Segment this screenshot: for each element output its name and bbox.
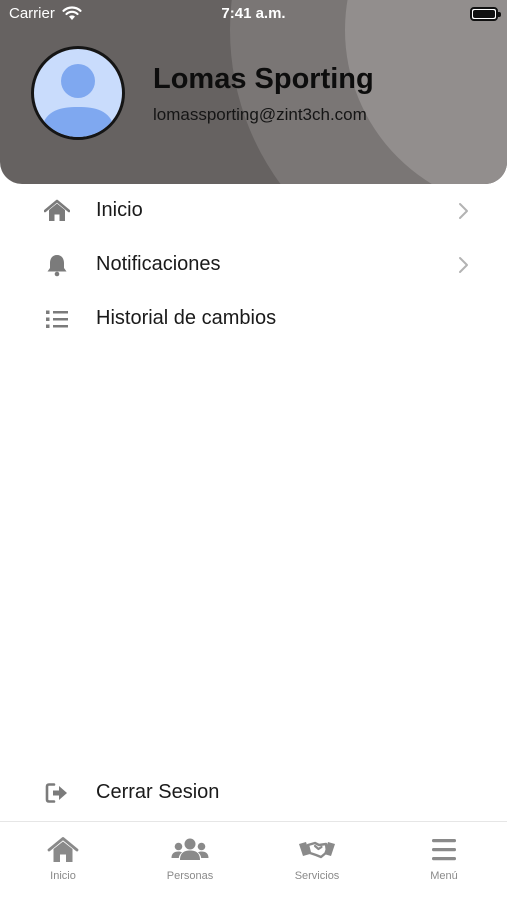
menu-item-label: Inicio: [96, 199, 143, 221]
tab-inicio[interactable]: Inicio: [0, 822, 126, 900]
user-placeholder-icon: [40, 64, 116, 137]
hamburger-icon: [432, 839, 456, 861]
tab-servicios[interactable]: Servicios: [254, 822, 380, 900]
avatar[interactable]: [31, 46, 125, 140]
logout-button[interactable]: Cerrar Sesion: [0, 767, 507, 819]
status-bar: Carrier 7:41 a.m.: [0, 0, 507, 28]
profile-email: lomassporting@zint3ch.com: [153, 105, 367, 124]
bell-icon: [47, 255, 67, 277]
users-icon: [171, 838, 209, 860]
tab-label: Servicios: [294, 870, 340, 882]
menu-item-inicio[interactable]: Inicio: [0, 185, 507, 237]
chevron-right-icon: [459, 203, 468, 219]
menu-item-label: Notificaciones: [96, 253, 221, 275]
menu-item-label: Historial de cambios: [96, 307, 277, 329]
battery-icon: [470, 7, 501, 21]
chevron-right-icon: [459, 257, 468, 273]
tab-label: Inicio: [50, 870, 76, 882]
menu-item-historial[interactable]: Historial de cambios: [0, 293, 507, 345]
home-icon: [44, 199, 70, 221]
profile-name: Lomas Sporting: [153, 63, 374, 95]
tab-personas[interactable]: Personas: [127, 822, 253, 900]
home-icon: [47, 837, 79, 862]
sign-out-icon: [45, 783, 67, 803]
tab-label: Personas: [166, 870, 214, 882]
status-time: 7:41 a.m.: [221, 5, 286, 22]
tab-label: Menú: [430, 870, 458, 882]
handshake-icon: [299, 841, 335, 859]
tab-bar: Inicio Personas Servicios Menú: [0, 821, 507, 900]
tab-menu[interactable]: Menú: [381, 822, 507, 900]
logout-label: Cerrar Sesion: [96, 781, 220, 803]
menu-item-notificaciones[interactable]: Notificaciones: [0, 239, 507, 291]
list-icon: [46, 310, 68, 328]
